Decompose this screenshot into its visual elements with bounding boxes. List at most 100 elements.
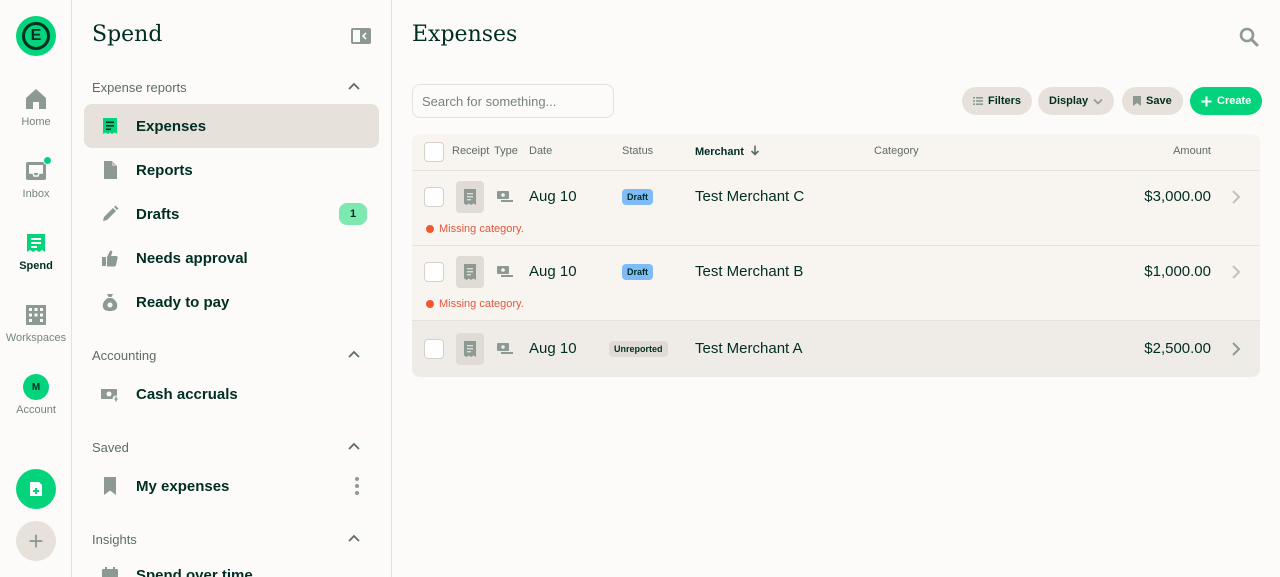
chevron-right-icon[interactable] (1230, 189, 1242, 205)
building-icon (23, 302, 49, 328)
expenses-table: Receipt Type Date Status Merchant Catego… (412, 134, 1260, 377)
status-badge: Draft (622, 264, 654, 280)
chevron-right-icon[interactable] (1230, 264, 1242, 280)
chevron-up-icon (348, 350, 360, 358)
section-title: Saved (92, 440, 129, 455)
sidebar-item-needs-approval[interactable]: Needs approval (84, 236, 379, 280)
sidebar-title: Spend (92, 22, 163, 47)
table-row[interactable]: Aug 10 Draft Test Merchant C $3,000.00 M… (412, 171, 1260, 246)
page-title: Expenses (412, 22, 518, 47)
sidebar-item-label: My expenses (136, 477, 230, 495)
pencil-icon (100, 204, 120, 224)
section-expense-reports[interactable]: Expense reports (92, 80, 382, 100)
sidebar-item-label: Needs approval (136, 249, 248, 267)
violation-text: Missing category. (439, 223, 524, 235)
create-label: Create (1217, 95, 1252, 107)
sidebar-item-drafts[interactable]: Drafts 1 (84, 192, 379, 236)
chevron-down-icon (1093, 98, 1103, 105)
bookmark-icon (1133, 96, 1141, 106)
logo-letter: E (22, 22, 50, 50)
inbox-icon (23, 156, 52, 184)
expense-amount: $1,000.00 (1144, 263, 1211, 280)
violation-message: Missing category. (426, 298, 524, 310)
rail-item-account[interactable]: M Account (0, 374, 72, 434)
column-amount[interactable]: Amount (1173, 145, 1211, 157)
money-bag-icon (100, 292, 120, 312)
section-insights[interactable]: Insights (92, 532, 382, 552)
sidebar-item-expenses[interactable]: Expenses (84, 104, 379, 148)
unread-dot (43, 156, 52, 165)
receipt-icon (23, 230, 49, 256)
expense-date: Aug 10 (529, 340, 577, 357)
chevron-right-icon[interactable] (1230, 341, 1242, 357)
row-checkbox[interactable] (424, 262, 444, 282)
merchant-name: Test Merchant B (695, 263, 804, 280)
section-title: Accounting (92, 348, 157, 363)
sidebar-item-cash-accruals[interactable]: Cash accruals (84, 372, 379, 416)
app-window: E Home Inbox Spend Workspaces M Account … (0, 0, 1280, 577)
receipt-icon (100, 116, 120, 136)
new-expense-button[interactable] (16, 469, 56, 509)
error-dot-icon (426, 225, 434, 233)
spend-sidebar: Spend Expense reports Expenses Reports D… (72, 0, 392, 577)
chevron-up-icon (348, 82, 360, 90)
sidebar-item-ready-to-pay[interactable]: Ready to pay (84, 280, 379, 324)
rail-label-account: Account (16, 404, 56, 416)
add-button[interactable]: + (16, 521, 56, 561)
sidebar-item-label: Expenses (136, 117, 207, 135)
expense-amount: $2,500.00 (1144, 340, 1211, 357)
save-label: Save (1146, 95, 1172, 107)
expense-amount: $3,000.00 (1144, 188, 1211, 205)
violation-text: Missing category. (439, 298, 524, 310)
receipt-thumbnail[interactable] (456, 333, 484, 365)
expensify-logo[interactable]: E (16, 16, 56, 56)
table-header: Receipt Type Date Status Merchant Catego… (412, 134, 1260, 171)
sidebar-item-my-expenses[interactable]: My expenses (84, 464, 379, 508)
column-receipt[interactable]: Receipt (452, 145, 489, 157)
filters-button[interactable]: Filters (962, 87, 1033, 115)
section-accounting[interactable]: Accounting (92, 348, 382, 368)
cash-icon (497, 191, 513, 202)
rail-item-inbox[interactable]: Inbox (0, 156, 72, 218)
create-button[interactable]: Create (1190, 87, 1263, 115)
section-saved[interactable]: Saved (92, 440, 382, 460)
section-title: Expense reports (92, 80, 187, 95)
cash-icon (497, 343, 513, 354)
row-checkbox[interactable] (424, 187, 444, 207)
select-all-checkbox[interactable] (424, 142, 444, 162)
column-merchant[interactable]: Merchant (695, 145, 760, 158)
row-checkbox[interactable] (424, 339, 444, 359)
more-options-icon[interactable] (355, 476, 359, 501)
display-label: Display (1049, 95, 1089, 107)
thumbs-up-icon (100, 248, 120, 268)
sidebar-item-label: Cash accruals (136, 385, 238, 403)
receipt-thumbnail[interactable] (456, 181, 484, 213)
column-date[interactable]: Date (529, 145, 552, 157)
receipt-icon (464, 264, 476, 280)
sidebar-item-spend-over-time[interactable]: Spend over time (84, 553, 379, 577)
rail-item-spend[interactable]: Spend (0, 230, 72, 290)
receipt-thumbnail[interactable] (456, 256, 484, 288)
sidebar-item-label: Reports (136, 161, 193, 179)
plus-icon: + (28, 526, 44, 556)
rail-label-spend: Spend (19, 260, 53, 272)
column-category[interactable]: Category (874, 145, 919, 157)
rail-item-workspaces[interactable]: Workspaces (0, 302, 72, 362)
table-row[interactable]: Aug 10 Unreported Test Merchant A $2,500… (412, 321, 1260, 377)
chevron-up-icon (348, 442, 360, 450)
merchant-name: Test Merchant C (695, 188, 805, 205)
collapse-sidebar-icon[interactable] (351, 28, 371, 44)
rail-label-inbox: Inbox (22, 188, 50, 200)
save-button[interactable]: Save (1122, 87, 1183, 115)
table-row[interactable]: Aug 10 Draft Test Merchant B $1,000.00 M… (412, 246, 1260, 321)
search-icon[interactable] (1238, 26, 1260, 48)
sidebar-item-label: Drafts (136, 205, 180, 223)
rail-item-home[interactable]: Home (0, 86, 72, 146)
cash-icon (497, 266, 513, 277)
column-status[interactable]: Status (622, 145, 653, 157)
column-type[interactable]: Type (494, 145, 518, 157)
display-button[interactable]: Display (1038, 87, 1115, 115)
document-icon (100, 160, 120, 180)
search-input[interactable] (412, 84, 614, 118)
sidebar-item-reports[interactable]: Reports (84, 148, 379, 192)
